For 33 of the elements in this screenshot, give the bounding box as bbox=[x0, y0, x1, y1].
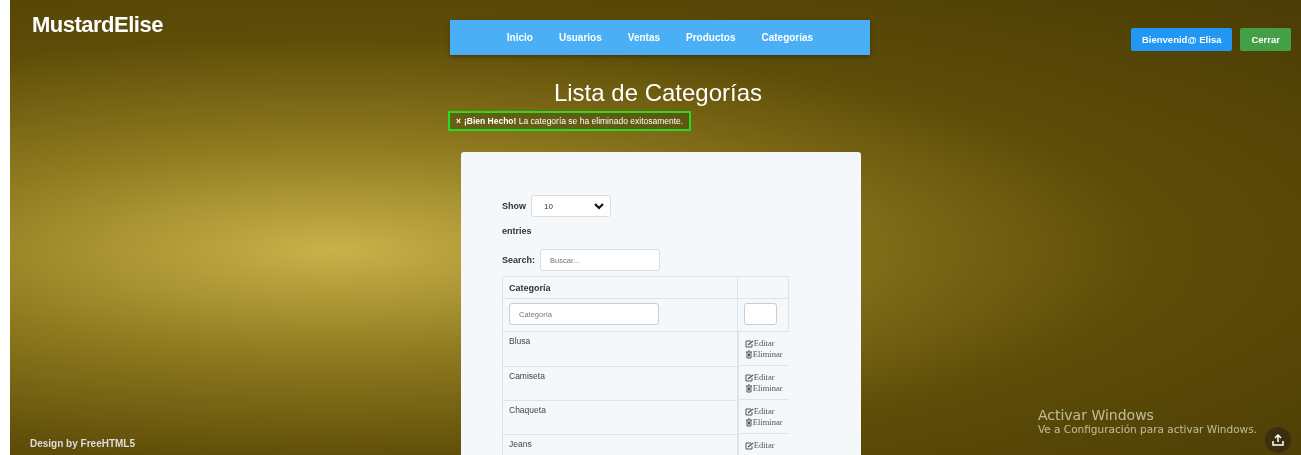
table-cell: Jeans bbox=[502, 434, 738, 455]
delete-link[interactable]: Eliminar bbox=[744, 349, 783, 360]
page-title: Lista de Categorías bbox=[553, 79, 763, 107]
footer-credit: Design by FreeHTML5 bbox=[30, 438, 136, 449]
page-size-select[interactable]: 10 bbox=[531, 195, 611, 217]
column-header: Categoría bbox=[502, 276, 738, 299]
activation-title: Activar Windows bbox=[1037, 407, 1155, 423]
trash-icon bbox=[744, 350, 753, 359]
edit-icon bbox=[744, 407, 754, 416]
site-logo[interactable]: MustardElise bbox=[32, 12, 450, 38]
filter-field[interactable] bbox=[743, 303, 777, 325]
table-cell: Camiseta bbox=[502, 366, 738, 400]
activation-message: Ve a Configuración para activar Windows. bbox=[1037, 423, 1257, 435]
edit-icon bbox=[744, 339, 754, 348]
edit-link[interactable]: Editar bbox=[744, 406, 783, 417]
entries-label: entries bbox=[502, 226, 532, 236]
search-label: Search: bbox=[502, 255, 536, 265]
alert-message: ¡Bien Hecho! La categoría se ha eliminado exitosamente. bbox=[463, 116, 684, 126]
trash-icon bbox=[744, 418, 753, 427]
edit-link[interactable]: Editar bbox=[744, 372, 783, 383]
delete-link[interactable]: Eliminar bbox=[744, 383, 783, 394]
table-cell: Blusa bbox=[502, 331, 738, 366]
edit-link[interactable]: Editar bbox=[744, 338, 783, 349]
chevron-down-icon bbox=[594, 202, 604, 210]
delete-link[interactable]: Eliminar bbox=[744, 417, 783, 428]
upload-icon[interactable] bbox=[1265, 427, 1291, 453]
show-label: Show bbox=[502, 201, 526, 211]
trash-icon bbox=[744, 384, 753, 393]
edit-icon bbox=[744, 441, 754, 450]
edit-link[interactable]: Editar bbox=[744, 440, 783, 451]
table-cell: Chaqueta bbox=[502, 400, 738, 434]
close-icon[interactable]: × bbox=[456, 116, 461, 126]
edit-icon bbox=[744, 373, 754, 382]
